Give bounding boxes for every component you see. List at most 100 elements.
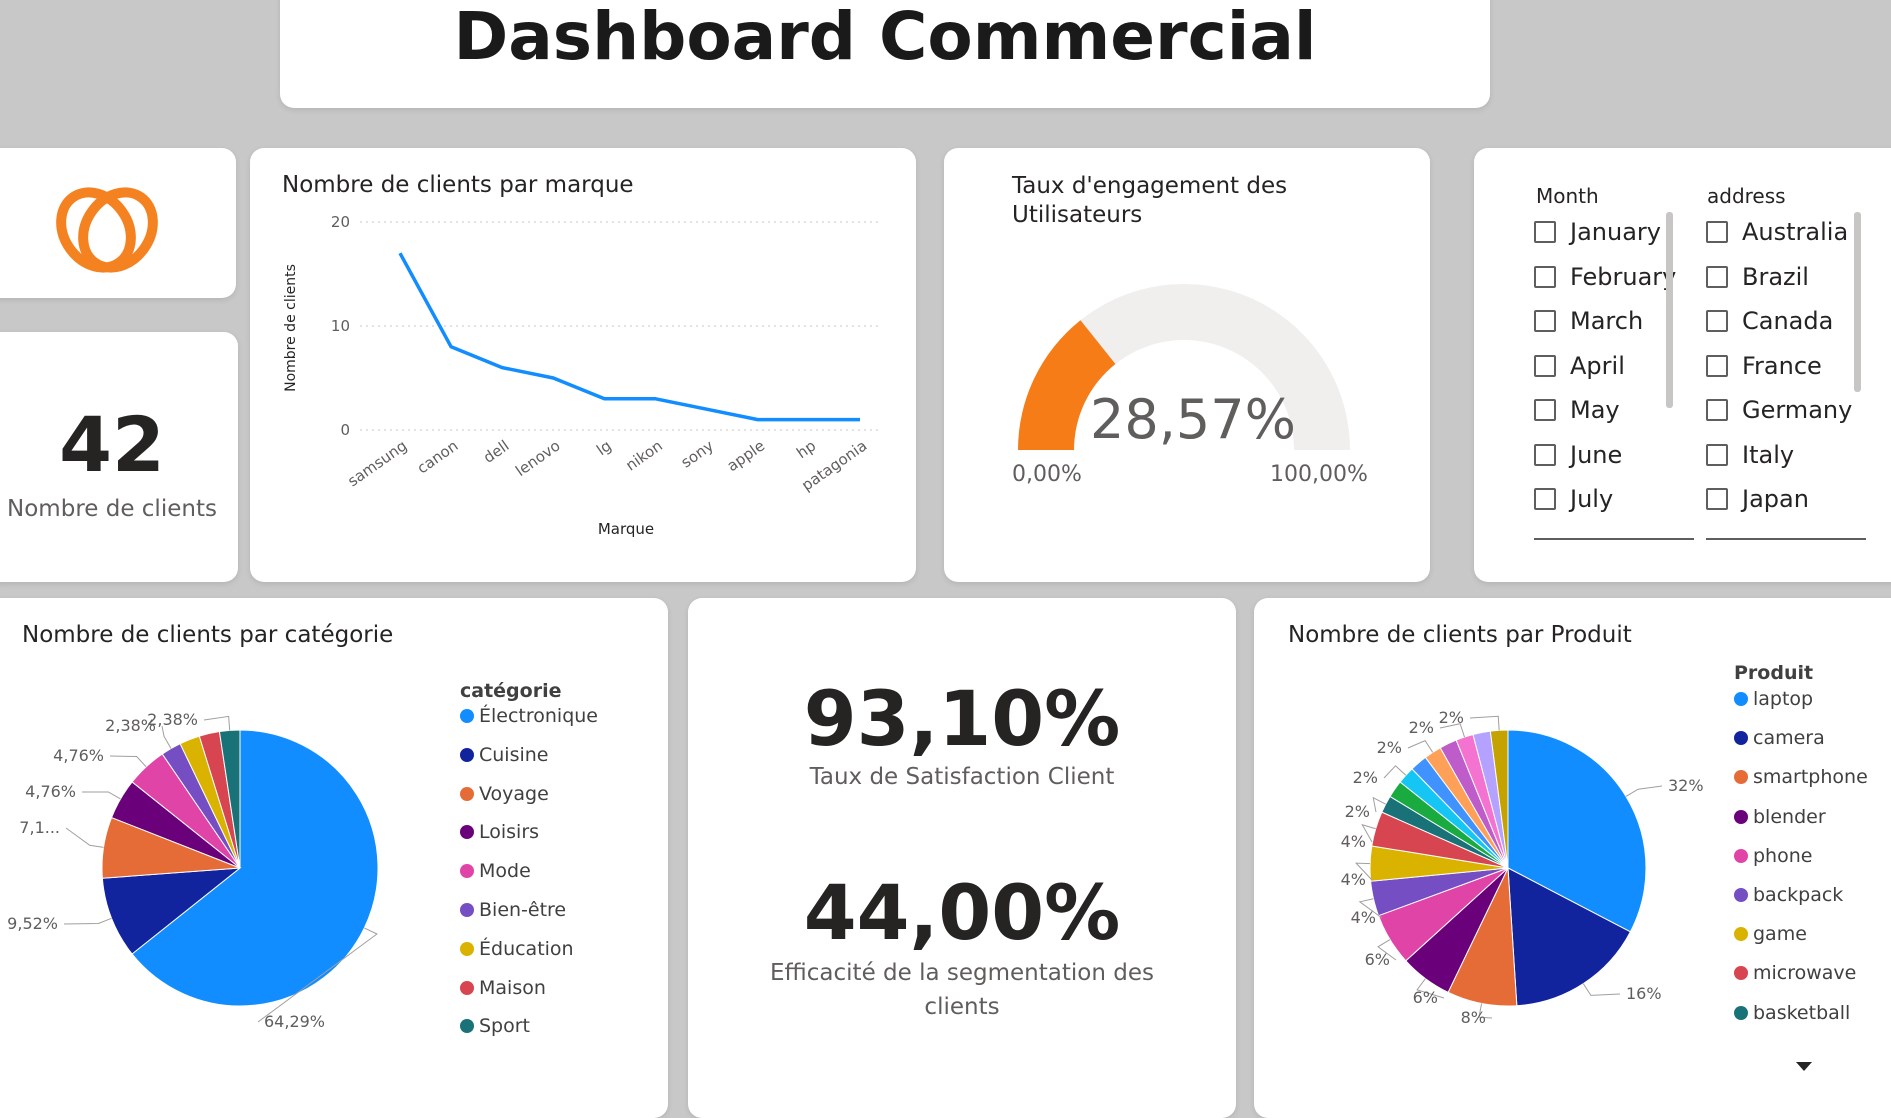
legend-item[interactable]: Cuisine — [460, 744, 549, 766]
legend-item[interactable]: laptop — [1734, 688, 1813, 710]
brand-chart-card[interactable]: Nombre de clients par marque 0 10 20 Nombre… — [250, 148, 916, 582]
checkbox[interactable] — [1534, 443, 1556, 466]
satisfaction-label: Taux de Satisfaction Client — [809, 764, 1115, 790]
checkbox[interactable] — [1534, 354, 1556, 377]
legend-item[interactable]: Maison — [460, 977, 546, 999]
address-slicer-scrollbar[interactable] — [1854, 212, 1861, 392]
checkbox[interactable] — [1706, 354, 1728, 377]
checkbox[interactable] — [1534, 399, 1556, 421]
month-slicer-scrollbar[interactable] — [1666, 212, 1673, 408]
y-tick-label: 0 — [340, 421, 350, 439]
legend-label: smartphone — [1753, 766, 1868, 789]
address-option-france[interactable]: France — [1706, 352, 1822, 380]
legend-item[interactable]: blender — [1734, 806, 1826, 828]
slicers-card: Month January February March April May June Ju… — [1474, 148, 1891, 582]
legend-dot — [1734, 927, 1748, 942]
address-option-australia[interactable]: Australia — [1706, 218, 1848, 246]
checkbox[interactable] — [1706, 265, 1728, 288]
category-chart-card[interactable]: Nombre de clients par catégorie 64,29% 9,… — [0, 598, 668, 1118]
legend-dot — [1734, 692, 1748, 706]
legend-item[interactable]: Sport — [460, 1015, 530, 1037]
segmentation-label-line1: Efficacité de la segmentation des — [770, 960, 1154, 986]
knot-logo-icon — [56, 187, 158, 273]
address-slicer-item-cut — [1706, 538, 1866, 544]
legend-label: basketball — [1753, 1001, 1851, 1024]
data-label: 4% — [1351, 908, 1376, 927]
month-option-january[interactable]: January — [1534, 218, 1661, 246]
label-leader-line — [203, 715, 231, 731]
legend-item[interactable]: basketball — [1734, 1002, 1850, 1024]
data-label: 16% — [1626, 984, 1662, 1003]
month-option-june[interactable]: June — [1534, 441, 1622, 469]
checkbox[interactable] — [1534, 221, 1556, 243]
legend-label: Loisirs — [479, 821, 540, 844]
checkbox[interactable] — [1706, 221, 1728, 243]
legend-item[interactable]: Loisirs — [460, 821, 539, 843]
x-tick-label: nikon — [622, 437, 666, 475]
legend-dot — [460, 786, 474, 801]
slicer-option-label: July — [1570, 485, 1614, 513]
slicer-option-label: Germany — [1742, 396, 1853, 424]
satisfaction-value: 93,10% — [803, 674, 1121, 763]
legend-item[interactable]: backpack — [1734, 884, 1843, 906]
legend-item[interactable]: Voyage — [460, 783, 549, 805]
month-slicer-item-cut — [1534, 538, 1694, 544]
legend-item[interactable]: Mode — [460, 860, 531, 882]
legend-dot — [1734, 770, 1748, 785]
legend-item[interactable]: phone — [1734, 845, 1812, 867]
legend-item[interactable]: game — [1734, 923, 1807, 945]
gauge-card[interactable]: Taux d'engagement des Utilisateurs 28,57… — [944, 148, 1430, 582]
legend-item[interactable]: Éducation — [460, 938, 574, 960]
legend-label: Éducation — [479, 937, 574, 960]
category-pie-chart: 64,29%9,52%7,1...4,76%4,76%2,38%2,38% — [7, 710, 379, 1031]
month-option-april[interactable]: April — [1534, 352, 1625, 380]
product-pie-chart: 32% 16% 8% 6% 6% 4% 4% 4% 2% 2% 2% 2% 2% — [1341, 708, 1704, 1027]
month-option-february[interactable]: February — [1534, 263, 1676, 291]
legend-dot — [460, 864, 474, 879]
label-leader-line — [81, 791, 121, 800]
checkbox[interactable] — [1534, 488, 1556, 510]
address-option-japan[interactable]: Japan — [1706, 485, 1809, 513]
address-option-canada[interactable]: Canada — [1706, 307, 1833, 335]
data-label: 6% — [1413, 988, 1438, 1007]
legend-label: Bien-être — [479, 899, 567, 921]
address-option-italy[interactable]: Italy — [1706, 441, 1794, 469]
legend-item[interactable]: Bien-être — [460, 899, 566, 921]
legend-dot — [460, 709, 474, 723]
checkbox[interactable] — [1534, 310, 1556, 332]
legend-item[interactable]: camera — [1734, 727, 1825, 749]
legend-label: Cuisine — [479, 743, 549, 766]
legend-dot — [460, 980, 474, 995]
slicer-option-label: Canada — [1742, 307, 1834, 335]
brand-line-chart: 0 10 20 Nombre de clients Marque samsung canon… — [283, 213, 880, 538]
legend-label: game — [1753, 923, 1807, 946]
checkbox[interactable] — [1706, 443, 1728, 466]
address-option-brazil[interactable]: Brazil — [1706, 263, 1809, 291]
data-label: 6% — [1365, 950, 1390, 969]
product-chart-card[interactable]: Nombre de clients par Produit 32% 16% 8% 6%… — [1254, 598, 1891, 1118]
legend-dot — [460, 1019, 474, 1034]
logo-card — [0, 148, 236, 298]
x-tick-label: canon — [414, 437, 462, 478]
gauge-max-label: 100,00% — [1270, 462, 1368, 487]
x-tick-label: lg — [593, 437, 615, 460]
month-option-may[interactable]: May — [1534, 396, 1620, 424]
month-option-july[interactable]: July — [1534, 485, 1613, 513]
legend-item[interactable]: Électronique — [460, 705, 598, 727]
checkbox[interactable] — [1706, 399, 1728, 421]
legend-item[interactable]: smartphone — [1734, 766, 1868, 788]
x-tick-label: samsung — [344, 437, 410, 491]
checkbox[interactable] — [1706, 488, 1728, 510]
address-option-germany[interactable]: Germany — [1706, 396, 1852, 424]
legend-item[interactable]: microwave — [1734, 962, 1856, 984]
legend-scroll-down-icon[interactable] — [1796, 1062, 1812, 1071]
data-label: 2% — [1439, 708, 1464, 727]
slicer-option-label: Brazil — [1742, 262, 1809, 291]
checkbox[interactable] — [1706, 310, 1728, 332]
clients-kpi-card: 42 Nombre de clients — [0, 332, 238, 582]
checkbox[interactable] — [1534, 265, 1556, 288]
label-leader-line — [1582, 983, 1621, 996]
label-leader-line — [1469, 715, 1500, 731]
month-option-march[interactable]: March — [1534, 307, 1643, 335]
slicer-option-label: May — [1570, 396, 1620, 424]
